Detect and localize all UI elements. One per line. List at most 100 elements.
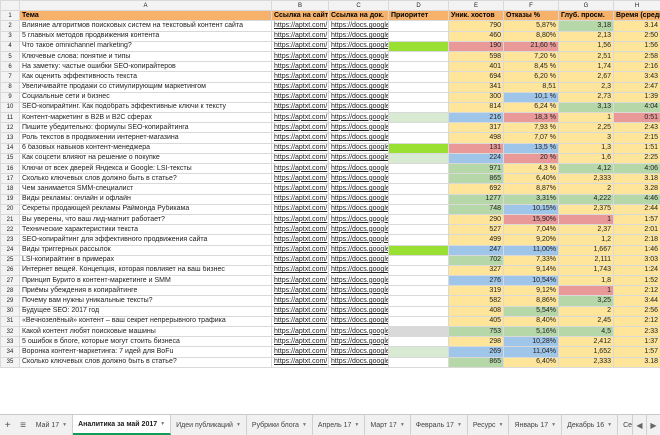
cell-site-link[interactable]: https://aptxt.com/ <box>271 122 329 134</box>
cell-time[interactable]: 1:39 <box>613 91 660 103</box>
cell-shares[interactable]: 190 <box>448 40 504 52</box>
cell-shares[interactable]: 582 <box>448 295 504 307</box>
cell-time[interactable]: 4:06 <box>613 162 660 175</box>
cell-doc-link[interactable]: https://docs.google <box>328 122 389 134</box>
chevron-down-icon[interactable]: ▼ <box>400 422 405 428</box>
row-number[interactable]: 22 <box>0 224 20 236</box>
chevron-right-icon[interactable]: ▶ <box>646 415 660 435</box>
cell-time[interactable]: 1:24 <box>613 264 660 277</box>
cell-priority[interactable] <box>388 183 449 195</box>
cell-depth[interactable]: 1 <box>558 285 614 297</box>
cell-depth[interactable]: 2,13 <box>558 30 614 42</box>
cell-site-link[interactable]: https://aptxt.com/ <box>271 132 329 144</box>
cell-priority[interactable] <box>388 325 449 338</box>
cell-site-link[interactable]: https://aptxt.com/ <box>271 81 329 93</box>
cell-time[interactable]: 3.18 <box>613 356 660 368</box>
cell-topic[interactable]: LSI-копирайтинг в примерах <box>19 254 272 266</box>
cell-priority[interactable] <box>388 315 449 328</box>
cell-site-link[interactable]: https://aptxt.com/ <box>271 336 329 348</box>
cell-topic[interactable]: SEO-копирайтинг. Как подобрать эффективн… <box>19 101 272 114</box>
cell-bounces[interactable]: 6,24 % <box>503 101 559 114</box>
header-doc-link[interactable]: Ссылка на док. <box>328 10 389 22</box>
cell-topic[interactable]: Секреты продающей рекламы Раймонда Рубик… <box>19 203 272 215</box>
cell-site-link[interactable]: https://aptxt.com/ <box>271 61 329 73</box>
cell-priority[interactable] <box>388 40 449 52</box>
row-number[interactable]: 34 <box>0 346 20 358</box>
row-number[interactable]: 24 <box>0 244 20 256</box>
cell-priority[interactable] <box>388 112 449 124</box>
cell-priority[interactable] <box>388 50 449 63</box>
sheet-tab[interactable]: Декабрь 16 ▼ <box>562 415 619 435</box>
row-number[interactable]: 23 <box>0 234 20 246</box>
cell-site-link[interactable]: https://aptxt.com/ <box>271 325 329 338</box>
cell-bounces[interactable]: 10,1 % <box>503 91 559 103</box>
cell-bounces[interactable]: 5,54% <box>503 305 559 317</box>
cell-site-link[interactable]: https://aptxt.com/ <box>271 346 329 358</box>
cell-depth[interactable]: 2,67 <box>558 71 614 83</box>
cell-doc-link[interactable]: https://docs.google <box>328 162 389 175</box>
cell-topic[interactable]: Социальные сети и бизнес <box>19 91 272 103</box>
cell-shares[interactable]: 298 <box>448 336 504 348</box>
cell-shares[interactable]: 276 <box>448 275 504 287</box>
header-site-link[interactable]: Ссылка на сайт <box>271 10 329 22</box>
cell-priority[interactable] <box>388 275 449 287</box>
cell-time[interactable]: 2:12 <box>613 315 660 328</box>
cell-time[interactable]: 1:57 <box>613 346 660 358</box>
sheet-tab[interactable]: Ресурс ▼ <box>468 415 510 435</box>
cell-priority[interactable] <box>388 193 449 205</box>
row-number[interactable]: 26 <box>0 264 20 277</box>
cell-doc-link[interactable]: https://docs.google <box>328 244 389 256</box>
cell-doc-link[interactable]: https://docs.google <box>328 81 389 93</box>
sheet-tab[interactable]: Март 17 ▼ <box>365 415 411 435</box>
cell-bounces[interactable]: 11,00% <box>503 244 559 256</box>
cell-bounces[interactable]: 8,87% <box>503 183 559 195</box>
cell-doc-link[interactable]: https://docs.google <box>328 275 389 287</box>
cell-doc-link[interactable]: https://docs.google <box>328 264 389 277</box>
cell-priority[interactable] <box>388 346 449 358</box>
cell-time[interactable]: 1:37 <box>613 336 660 348</box>
row-number[interactable]: 18 <box>0 183 20 195</box>
cell-shares[interactable]: 814 <box>448 101 504 114</box>
cell-priority[interactable] <box>388 173 449 185</box>
cell-depth[interactable]: 1,8 <box>558 275 614 287</box>
cell-topic[interactable]: Воронка контент-маркетинга: 7 идей для B… <box>19 346 272 358</box>
cell-shares[interactable]: 702 <box>448 254 504 266</box>
cell-site-link[interactable]: https://aptxt.com/ <box>271 71 329 83</box>
cell-topic[interactable]: Принцип Бурито в контент-маркетинге и SM… <box>19 275 272 287</box>
cell-priority[interactable] <box>388 142 449 154</box>
cell-topic[interactable]: Чем занимается SMM-специалист <box>19 183 272 195</box>
column-header-h[interactable]: H <box>613 0 660 12</box>
cell-shares[interactable]: 224 <box>448 152 504 165</box>
cell-time[interactable]: 2:58 <box>613 50 660 63</box>
cell-time[interactable]: 2:50 <box>613 30 660 42</box>
cell-doc-link[interactable]: https://docs.google <box>328 30 389 42</box>
cell-topic[interactable]: Какой контент любят поисковые машины <box>19 325 272 338</box>
cell-depth[interactable]: 2,333 <box>558 356 614 368</box>
cell-doc-link[interactable]: https://docs.google <box>328 132 389 144</box>
row-number[interactable]: 31 <box>0 315 20 328</box>
sheet-tab[interactable]: Май 17 ▼ <box>31 415 74 435</box>
cell-site-link[interactable]: https://aptxt.com/ <box>271 213 329 226</box>
cell-depth[interactable]: 2,375 <box>558 203 614 215</box>
cell-topic[interactable]: Будущее SEO: 2017 год <box>19 305 272 317</box>
cell-site-link[interactable]: https://aptxt.com/ <box>271 142 329 154</box>
cell-topic[interactable]: Сколько ключевых слов должно быть в стат… <box>19 356 272 368</box>
row-number[interactable]: 25 <box>0 254 20 266</box>
sheet-tab[interactable]: Апрель 17 ▼ <box>313 415 366 435</box>
column-header-b[interactable]: B <box>271 0 329 12</box>
cell-priority[interactable] <box>388 61 449 73</box>
cell-shares[interactable]: 290 <box>448 213 504 226</box>
cell-shares[interactable]: 405 <box>448 315 504 328</box>
cell-shares[interactable]: 753 <box>448 325 504 338</box>
cell-doc-link[interactable]: https://docs.google <box>328 183 389 195</box>
cell-shares[interactable]: 790 <box>448 20 504 32</box>
cell-doc-link[interactable]: https://docs.google <box>328 112 389 124</box>
cell-depth[interactable]: 2 <box>558 183 614 195</box>
cell-site-link[interactable]: https://aptxt.com/ <box>271 285 329 297</box>
cell-doc-link[interactable]: https://docs.google <box>328 142 389 154</box>
cell-priority[interactable] <box>388 213 449 226</box>
cell-site-link[interactable]: https://aptxt.com/ <box>271 152 329 165</box>
cell-topic[interactable]: Виды рекламы: онлайн и офлайн <box>19 193 272 205</box>
cell-bounces[interactable]: 7,04% <box>503 224 559 236</box>
cell-shares[interactable]: 527 <box>448 224 504 236</box>
